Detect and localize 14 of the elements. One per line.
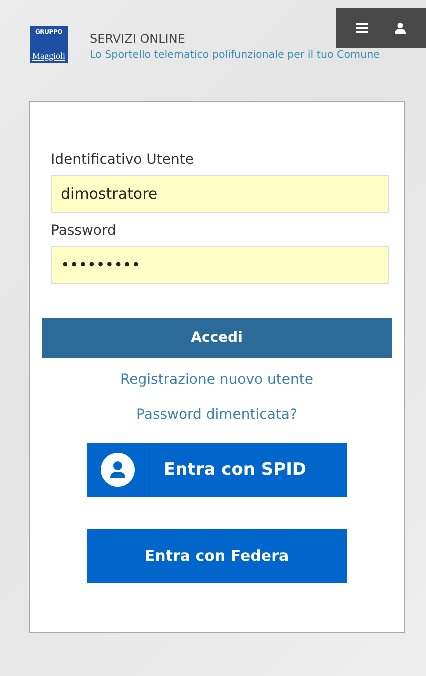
site-subtitle: Lo Sportello telematico polifunzionale per il tuo Comune [90, 49, 380, 61]
input-field[interactable]: dimostratore [51, 175, 389, 213]
link[interactable]: Registrazione nuovo utente [120, 372, 314, 388]
login-provider-button[interactable]: Entra con Federa [87, 529, 347, 583]
login-button[interactable]: Accedi [42, 318, 392, 358]
menu-icon[interactable] [356, 23, 368, 33]
user-icon[interactable] [395, 22, 406, 34]
site-title: SERVIZI ONLINE [90, 32, 186, 46]
input-field[interactable]: ••••••••• [51, 246, 389, 284]
link[interactable]: Password dimenticata? [136, 407, 298, 423]
field-label: Password [51, 223, 118, 239]
person-icon [101, 453, 135, 487]
field-label: Identificativo Utente [51, 152, 195, 168]
login-provider-button[interactable]: Entra con SPID [87, 443, 347, 497]
